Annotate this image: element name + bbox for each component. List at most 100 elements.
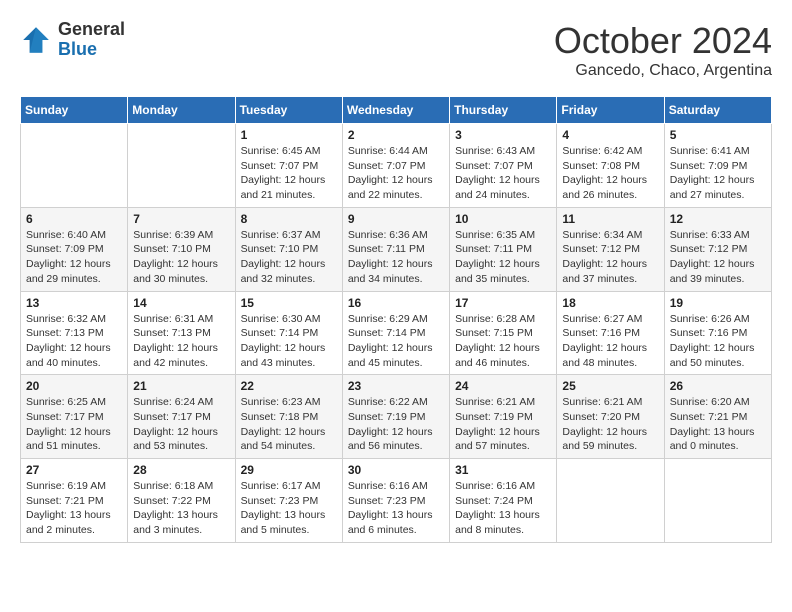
day-number: 1 [241, 128, 337, 142]
title-block: October 2024 Gancedo, Chaco, Argentina [554, 20, 772, 80]
location: Gancedo, Chaco, Argentina [554, 62, 772, 80]
day-number: 21 [133, 379, 229, 393]
calendar-cell: 29 Sunrise: 6:17 AM Sunset: 7:23 PM Dayli… [235, 459, 342, 543]
day-detail: Sunrise: 6:24 AM Sunset: 7:17 PM Dayligh… [133, 395, 229, 454]
day-detail: Sunrise: 6:16 AM Sunset: 7:24 PM Dayligh… [455, 479, 551, 538]
day-number: 5 [670, 128, 766, 142]
day-detail: Sunrise: 6:35 AM Sunset: 7:11 PM Dayligh… [455, 228, 551, 287]
calendar-cell: 3Sunrise: 6:43 AM Sunset: 7:07 PM Daylig… [450, 124, 557, 208]
calendar-cell: 10 Sunrise: 6:35 AM Sunset: 7:11 PM Dayli… [450, 207, 557, 291]
page-header: General Blue October 2024 Gancedo, Chaco… [20, 20, 772, 80]
calendar-cell [557, 459, 664, 543]
calendar-cell: 17 Sunrise: 6:28 AM Sunset: 7:15 PM Dayli… [450, 291, 557, 375]
day-number: 29 [241, 463, 337, 477]
day-number: 25 [562, 379, 658, 393]
calendar-cell: 14 Sunrise: 6:31 AM Sunset: 7:13 PM Dayli… [128, 291, 235, 375]
day-detail: Sunrise: 6:29 AM Sunset: 7:14 PM Dayligh… [348, 312, 444, 371]
calendar-cell: 19 Sunrise: 6:26 AM Sunset: 7:16 PM Dayli… [664, 291, 771, 375]
calendar-cell [21, 124, 128, 208]
day-detail: Sunrise: 6:32 AM Sunset: 7:13 PM Dayligh… [26, 312, 122, 371]
day-detail: Sunrise: 6:18 AM Sunset: 7:22 PM Dayligh… [133, 479, 229, 538]
day-detail: Sunrise: 6:45 AM Sunset: 7:07 PM Dayligh… [241, 144, 337, 203]
day-number: 27 [26, 463, 122, 477]
day-number: 14 [133, 296, 229, 310]
day-detail: Sunrise: 6:21 AM Sunset: 7:19 PM Dayligh… [455, 395, 551, 454]
calendar-cell [128, 124, 235, 208]
calendar-table: SundayMondayTuesdayWednesdayThursdayFrid… [20, 96, 772, 543]
calendar-header-row: SundayMondayTuesdayWednesdayThursdayFrid… [21, 97, 772, 124]
day-detail: Sunrise: 6:42 AM Sunset: 7:08 PM Dayligh… [562, 144, 658, 203]
day-number: 20 [26, 379, 122, 393]
day-detail: Sunrise: 6:16 AM Sunset: 7:23 PM Dayligh… [348, 479, 444, 538]
day-number: 12 [670, 212, 766, 226]
weekday-header: Friday [557, 97, 664, 124]
logo-general: General [58, 20, 125, 40]
day-detail: Sunrise: 6:44 AM Sunset: 7:07 PM Dayligh… [348, 144, 444, 203]
calendar-cell: 22Sunrise: 6:23 AM Sunset: 7:18 PM Dayli… [235, 375, 342, 459]
day-number: 10 [455, 212, 551, 226]
day-detail: Sunrise: 6:41 AM Sunset: 7:09 PM Dayligh… [670, 144, 766, 203]
calendar-cell: 18 Sunrise: 6:27 AM Sunset: 7:16 PM Dayli… [557, 291, 664, 375]
day-number: 4 [562, 128, 658, 142]
day-detail: Sunrise: 6:33 AM Sunset: 7:12 PM Dayligh… [670, 228, 766, 287]
calendar-cell: 15 Sunrise: 6:30 AM Sunset: 7:14 PM Dayli… [235, 291, 342, 375]
calendar-cell: 24 Sunrise: 6:21 AM Sunset: 7:19 PM Dayli… [450, 375, 557, 459]
day-detail: Sunrise: 6:23 AM Sunset: 7:18 PM Dayligh… [241, 395, 337, 454]
calendar-cell: 30 Sunrise: 6:16 AM Sunset: 7:23 PM Dayli… [342, 459, 449, 543]
day-detail: Sunrise: 6:40 AM Sunset: 7:09 PM Dayligh… [26, 228, 122, 287]
calendar-week-row: 6 Sunrise: 6:40 AM Sunset: 7:09 PM Daylig… [21, 207, 772, 291]
day-number: 13 [26, 296, 122, 310]
day-detail: Sunrise: 6:25 AM Sunset: 7:17 PM Dayligh… [26, 395, 122, 454]
weekday-header: Saturday [664, 97, 771, 124]
day-detail: Sunrise: 6:20 AM Sunset: 7:21 PM Dayligh… [670, 395, 766, 454]
day-number: 24 [455, 379, 551, 393]
day-number: 18 [562, 296, 658, 310]
day-detail: Sunrise: 6:17 AM Sunset: 7:23 PM Dayligh… [241, 479, 337, 538]
day-detail: Sunrise: 6:28 AM Sunset: 7:15 PM Dayligh… [455, 312, 551, 371]
weekday-header: Monday [128, 97, 235, 124]
calendar-week-row: 1 Sunrise: 6:45 AM Sunset: 7:07 PM Daylig… [21, 124, 772, 208]
calendar-cell: 4 Sunrise: 6:42 AM Sunset: 7:08 PM Daylig… [557, 124, 664, 208]
day-detail: Sunrise: 6:21 AM Sunset: 7:20 PM Dayligh… [562, 395, 658, 454]
calendar-cell: 13 Sunrise: 6:32 AM Sunset: 7:13 PM Dayli… [21, 291, 128, 375]
day-number: 31 [455, 463, 551, 477]
calendar-cell: 1 Sunrise: 6:45 AM Sunset: 7:07 PM Daylig… [235, 124, 342, 208]
day-detail: Sunrise: 6:30 AM Sunset: 7:14 PM Dayligh… [241, 312, 337, 371]
day-detail: Sunrise: 6:43 AM Sunset: 7:07 PM Dayligh… [455, 144, 551, 203]
weekday-header: Thursday [450, 97, 557, 124]
calendar-cell: 21 Sunrise: 6:24 AM Sunset: 7:17 PM Dayli… [128, 375, 235, 459]
calendar-cell: 20 Sunrise: 6:25 AM Sunset: 7:17 PM Dayli… [21, 375, 128, 459]
logo: General Blue [20, 20, 125, 60]
day-detail: Sunrise: 6:37 AM Sunset: 7:10 PM Dayligh… [241, 228, 337, 287]
day-number: 30 [348, 463, 444, 477]
day-number: 19 [670, 296, 766, 310]
calendar-cell: 8 Sunrise: 6:37 AM Sunset: 7:10 PM Daylig… [235, 207, 342, 291]
day-number: 16 [348, 296, 444, 310]
calendar-cell: 11Sunrise: 6:34 AM Sunset: 7:12 PM Dayli… [557, 207, 664, 291]
day-number: 6 [26, 212, 122, 226]
calendar-week-row: 13 Sunrise: 6:32 AM Sunset: 7:13 PM Dayli… [21, 291, 772, 375]
calendar-cell: 5 Sunrise: 6:41 AM Sunset: 7:09 PM Daylig… [664, 124, 771, 208]
calendar-cell: 25 Sunrise: 6:21 AM Sunset: 7:20 PM Dayli… [557, 375, 664, 459]
day-number: 8 [241, 212, 337, 226]
calendar-cell: 2 Sunrise: 6:44 AM Sunset: 7:07 PM Daylig… [342, 124, 449, 208]
day-number: 23 [348, 379, 444, 393]
day-detail: Sunrise: 6:36 AM Sunset: 7:11 PM Dayligh… [348, 228, 444, 287]
day-number: 26 [670, 379, 766, 393]
day-number: 2 [348, 128, 444, 142]
calendar-cell: 6 Sunrise: 6:40 AM Sunset: 7:09 PM Daylig… [21, 207, 128, 291]
calendar-cell: 31 Sunrise: 6:16 AM Sunset: 7:24 PM Dayli… [450, 459, 557, 543]
day-detail: Sunrise: 6:26 AM Sunset: 7:16 PM Dayligh… [670, 312, 766, 371]
month-title: October 2024 [554, 20, 772, 62]
calendar-cell: 16 Sunrise: 6:29 AM Sunset: 7:14 PM Dayli… [342, 291, 449, 375]
day-detail: Sunrise: 6:27 AM Sunset: 7:16 PM Dayligh… [562, 312, 658, 371]
day-number: 17 [455, 296, 551, 310]
logo-text: General Blue [58, 20, 125, 60]
day-detail: Sunrise: 6:34 AM Sunset: 7:12 PM Dayligh… [562, 228, 658, 287]
day-number: 15 [241, 296, 337, 310]
day-detail: Sunrise: 6:31 AM Sunset: 7:13 PM Dayligh… [133, 312, 229, 371]
calendar-cell: 12 Sunrise: 6:33 AM Sunset: 7:12 PM Dayli… [664, 207, 771, 291]
calendar-cell: 26 Sunrise: 6:20 AM Sunset: 7:21 PM Dayli… [664, 375, 771, 459]
day-number: 28 [133, 463, 229, 477]
weekday-header: Wednesday [342, 97, 449, 124]
